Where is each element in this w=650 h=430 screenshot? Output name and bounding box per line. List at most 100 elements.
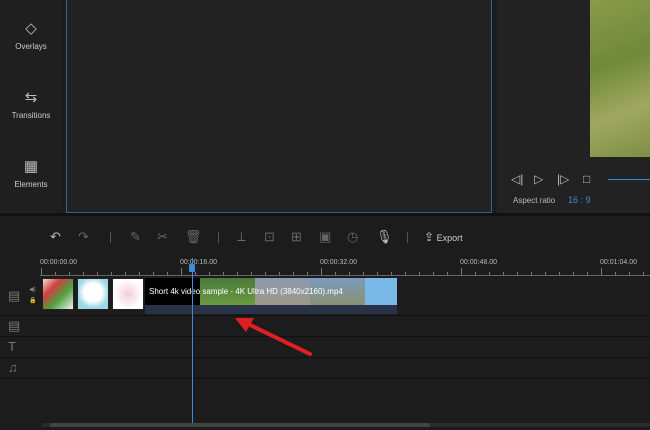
ruler-tick	[405, 272, 406, 275]
ruler-tick	[167, 272, 168, 275]
separator	[218, 232, 219, 243]
sidebar: ◇ Overlays ⇆ Transitions ▦ Elements	[0, 0, 62, 213]
ruler-tick	[419, 272, 420, 275]
ruler-tick	[629, 272, 630, 275]
stop-button[interactable]: □	[583, 172, 590, 186]
text-track	[0, 337, 650, 358]
ruler-tick	[195, 272, 196, 275]
ruler-tick	[587, 272, 588, 275]
ruler-label: 00:01:04.00	[600, 259, 637, 266]
text-icon: T	[8, 339, 16, 354]
ruler-tick	[363, 272, 364, 275]
ruler-tick	[83, 272, 84, 275]
ruler-tick	[293, 272, 294, 275]
scrollbar-thumb[interactable]	[50, 423, 430, 427]
image-clip[interactable]	[112, 278, 144, 310]
ruler-tick	[69, 272, 70, 275]
zoom-frame-icon[interactable]: ⊡	[264, 229, 275, 245]
ruler-tick	[139, 272, 140, 275]
export-button[interactable]: ⇪ Export	[424, 230, 463, 244]
ruler-tick	[307, 272, 308, 275]
sidebar-item-elements[interactable]: ▦ Elements	[0, 158, 62, 189]
ruler-tick	[209, 272, 210, 275]
ruler-tick	[41, 268, 42, 275]
ruler-tick	[55, 272, 56, 275]
ruler-tick	[237, 272, 238, 275]
ruler-tick	[251, 272, 252, 275]
video-clip[interactable]: Short 4k video sample - 4K Ultra HD (384…	[145, 278, 397, 314]
sidebar-item-transitions[interactable]: ⇆ Transitions	[0, 89, 62, 120]
freeze-frame-icon[interactable]: ▣	[319, 229, 331, 245]
playhead[interactable]	[192, 258, 193, 423]
ruler-tick	[559, 272, 560, 275]
ruler-tick	[181, 268, 182, 275]
next-frame-button[interactable]: |▷	[557, 172, 569, 186]
export-label: Export	[436, 233, 463, 243]
ruler-tick	[489, 272, 490, 275]
ruler-tick	[321, 268, 322, 275]
ruler-tick	[433, 272, 434, 275]
ruler-tick	[531, 272, 532, 275]
microphone-icon[interactable]: 🎙	[376, 229, 393, 245]
ruler-tick	[125, 272, 126, 275]
ruler-tick	[97, 272, 98, 275]
ruler-label: 00:00:32.00	[320, 259, 357, 266]
progress-slider[interactable]	[608, 179, 650, 180]
ruler-tick	[111, 272, 112, 275]
crop-icon[interactable]: ⟂	[237, 229, 246, 245]
redo-icon[interactable]: ↷	[78, 229, 89, 245]
sidebar-item-label: Overlays	[15, 42, 47, 51]
audio-track	[0, 358, 650, 379]
film-icon: ▤	[8, 288, 21, 303]
media-panel	[66, 0, 492, 213]
ruler-tick	[615, 272, 616, 275]
separator	[110, 232, 111, 243]
aspect-ratio-label: Aspect ratio	[513, 196, 556, 205]
preview-panel: ◁| ▷ |▷ □ Aspect ratio 16 : 9	[497, 0, 650, 213]
transitions-icon: ⇆	[24, 89, 38, 106]
volume-icon[interactable]: ◀)	[29, 286, 36, 293]
separator	[407, 232, 408, 243]
overlay-track-icon: ▤	[8, 318, 21, 333]
sidebar-item-overlays[interactable]: ◇ Overlays	[0, 20, 62, 51]
clock-icon[interactable]: ◷	[347, 229, 358, 245]
lock-icon[interactable]: 🔒	[29, 297, 36, 304]
ruler-tick	[377, 272, 378, 275]
scissors-icon[interactable]: ✂	[157, 229, 168, 245]
ruler-tick	[573, 272, 574, 275]
image-clip[interactable]	[77, 278, 109, 310]
sidebar-item-label: Elements	[14, 180, 48, 189]
sidebar-item-label: Transitions	[11, 111, 51, 120]
image-clip[interactable]	[42, 278, 74, 310]
divider	[0, 213, 650, 216]
play-button[interactable]: ▷	[534, 172, 543, 186]
ruler-tick	[335, 272, 336, 275]
prev-frame-button[interactable]: ◁|	[511, 172, 523, 186]
trash-icon[interactable]: 🗑	[185, 229, 202, 245]
overlay-track	[0, 316, 650, 337]
aspect-ratio-value[interactable]: 16 : 9	[568, 195, 591, 205]
ruler-tick	[279, 272, 280, 275]
ruler-tick	[503, 272, 504, 275]
ruler-label: 00:00:48.00	[460, 259, 497, 266]
ruler-tick	[601, 268, 602, 275]
layers-icon: ◇	[25, 20, 37, 37]
ruler-label: 00:00:16.00	[180, 259, 217, 266]
ruler-tick	[391, 272, 392, 275]
undo-icon[interactable]: ↶	[50, 229, 61, 245]
horizontal-scrollbar[interactable]	[42, 423, 650, 427]
film-icon: ▦	[23, 158, 39, 175]
pencil-icon[interactable]: ✎	[130, 229, 141, 245]
ruler-tick	[223, 272, 224, 275]
playhead-handle[interactable]	[189, 264, 195, 272]
mosaic-icon[interactable]: ⊞	[291, 229, 302, 245]
preview-video	[590, 0, 650, 157]
timeline-ruler[interactable]: 00:00:00.00 00:00:16.00 00:00:32.00 00:0…	[40, 255, 650, 276]
ruler-tick	[643, 272, 644, 275]
image-clips[interactable]	[42, 278, 144, 314]
ruler-tick	[475, 272, 476, 275]
ruler-tick	[265, 272, 266, 275]
ruler-tick	[461, 268, 462, 275]
annotation-arrow	[235, 318, 312, 356]
ruler-tick	[545, 272, 546, 275]
